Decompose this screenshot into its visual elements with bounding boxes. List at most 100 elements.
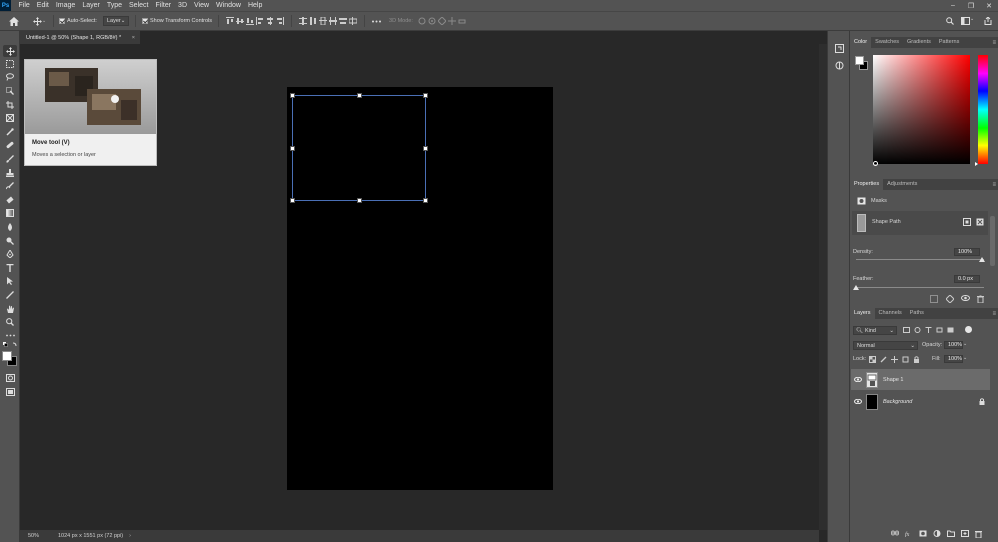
hand-tool-icon[interactable] <box>3 303 17 315</box>
panel-menu-icon[interactable]: ≡ <box>992 182 996 188</box>
lock-position-icon[interactable] <box>891 356 898 363</box>
tab-layers[interactable]: Layers <box>850 308 875 319</box>
blend-mode-dropdown[interactable]: Normal ⌄ <box>853 341 918 350</box>
3d-pan-icon[interactable] <box>437 16 447 26</box>
default-colors-icon[interactable] <box>3 342 19 348</box>
panel-menu-icon[interactable]: ≡ <box>992 311 996 317</box>
distribute-left-icon[interactable] <box>328 16 338 26</box>
properties-panel-icon[interactable] <box>835 61 844 70</box>
transform-handle-top-left[interactable] <box>290 93 295 98</box>
hue-slider-thumb[interactable] <box>975 162 978 166</box>
load-selection-icon[interactable] <box>930 295 938 303</box>
zoom-level[interactable]: 50% <box>28 533 48 539</box>
visibility-eye-icon[interactable] <box>853 399 863 404</box>
distribute-vertical-center-icon[interactable] <box>308 16 318 26</box>
more-options-icon[interactable] <box>371 16 381 26</box>
feather-field[interactable]: 0.0 px <box>954 275 980 283</box>
layer-filter-dropdown[interactable]: 🔍︎ Kind ⌄ <box>853 326 897 335</box>
zoom-tool-icon[interactable] <box>3 316 17 328</box>
add-mask-icon[interactable] <box>919 530 927 537</box>
distribute-top-icon[interactable] <box>298 16 308 26</box>
transform-handle-left[interactable] <box>290 146 295 151</box>
menu-select[interactable]: Select <box>126 0 152 11</box>
3d-roll-icon[interactable] <box>427 16 437 26</box>
filter-pixel-icon[interactable] <box>903 327 910 333</box>
filter-shape-icon[interactable] <box>936 327 943 333</box>
transform-bounding-box[interactable] <box>290 93 428 203</box>
close-window-button[interactable]: ✕ <box>980 0 998 11</box>
pen-tool-icon[interactable] <box>3 248 17 260</box>
filter-toggle-icon[interactable] <box>965 326 972 333</box>
distribute-right-icon[interactable] <box>348 16 358 26</box>
document-info[interactable]: 1024 px x 1551 px (72 ppi) <box>58 533 123 539</box>
menu-3d[interactable]: 3D <box>175 0 191 11</box>
foreground-color-swatch[interactable] <box>2 351 12 361</box>
chevron-down-icon[interactable]: ⌄ <box>970 16 974 22</box>
chevron-down-icon[interactable]: ⌄ <box>42 18 48 24</box>
properties-scrollbar[interactable] <box>990 216 995 266</box>
brush-tool-icon[interactable] <box>3 153 17 165</box>
lock-all-icon[interactable] <box>913 356 920 363</box>
layer-row-shape-1[interactable]: Shape 1 <box>851 369 990 390</box>
trash-icon[interactable] <box>977 295 984 303</box>
filter-type-icon[interactable] <box>925 327 932 333</box>
3d-scale-icon[interactable] <box>457 16 467 26</box>
menu-layer[interactable]: Layer <box>79 0 104 11</box>
close-tab-icon[interactable]: × <box>132 35 135 41</box>
menu-type[interactable]: Type <box>103 0 125 11</box>
align-left-icon[interactable] <box>255 16 265 26</box>
frame-tool-icon[interactable] <box>3 112 17 124</box>
dodge-tool-icon[interactable] <box>3 235 17 247</box>
menu-filter[interactable]: Filter <box>152 0 175 11</box>
tab-paths[interactable]: Paths <box>906 308 928 319</box>
menu-edit[interactable]: Edit <box>33 0 52 11</box>
blur-tool-icon[interactable] <box>3 221 17 233</box>
object-selection-tool-icon[interactable] <box>3 85 17 97</box>
transform-handle-bottom-right[interactable] <box>423 198 428 203</box>
distribute-bottom-icon[interactable] <box>318 16 328 26</box>
gradient-tool-icon[interactable] <box>3 207 17 219</box>
menu-file[interactable]: File <box>15 0 33 11</box>
apply-icon[interactable] <box>946 295 954 303</box>
visibility-eye-icon[interactable] <box>853 377 863 382</box>
lasso-tool-icon[interactable] <box>3 71 17 83</box>
layer-style-icon[interactable]: fx <box>905 530 913 537</box>
share-icon[interactable] <box>983 16 993 26</box>
fill-field[interactable]: 100% <box>944 355 963 363</box>
distribute-horizontal-center-icon[interactable] <box>338 16 348 26</box>
align-vertical-center-icon[interactable] <box>235 16 245 26</box>
new-layer-icon[interactable] <box>961 530 969 537</box>
move-tool-icon[interactable] <box>3 45 17 57</box>
select-mask-icon[interactable] <box>963 218 971 226</box>
move-tool-preset-icon[interactable] <box>32 16 42 26</box>
line-tool-icon[interactable] <box>3 289 17 301</box>
menu-image[interactable]: Image <box>52 0 78 11</box>
tab-color[interactable]: Color <box>850 37 872 48</box>
lock-pixels-icon[interactable] <box>880 356 887 363</box>
workspace-icon[interactable] <box>960 16 970 26</box>
layer-name[interactable]: Shape 1 <box>883 377 904 383</box>
home-icon[interactable] <box>8 16 20 26</box>
tab-adjustments[interactable]: Adjustments <box>883 179 921 190</box>
align-right-icon[interactable] <box>275 16 285 26</box>
edit-toolbar-icon[interactable] <box>3 329 17 341</box>
tab-properties[interactable]: Properties <box>850 179 884 190</box>
apply-mask-icon[interactable] <box>976 218 984 226</box>
tab-swatches[interactable]: Swatches <box>871 37 903 48</box>
show-transform-checkbox[interactable] <box>141 18 148 24</box>
history-brush-tool-icon[interactable] <box>3 180 17 192</box>
density-slider-thumb[interactable] <box>979 257 985 262</box>
tab-gradients[interactable]: Gradients <box>903 37 935 48</box>
filter-adjustment-icon[interactable] <box>914 327 921 333</box>
3d-rotate-icon[interactable] <box>417 16 427 26</box>
eyedropper-tool-icon[interactable] <box>3 126 17 138</box>
adjustment-layer-icon[interactable] <box>933 530 941 537</box>
color-saturation-field[interactable] <box>873 55 970 164</box>
path-selection-tool-icon[interactable] <box>3 275 17 287</box>
density-field[interactable]: 100% <box>954 248 980 256</box>
delete-layer-icon[interactable] <box>975 530 982 538</box>
maximize-button[interactable]: ❐ <box>962 0 980 11</box>
density-slider-track[interactable] <box>856 259 984 260</box>
transform-handle-right[interactable] <box>423 146 428 151</box>
transform-handle-top[interactable] <box>357 93 362 98</box>
